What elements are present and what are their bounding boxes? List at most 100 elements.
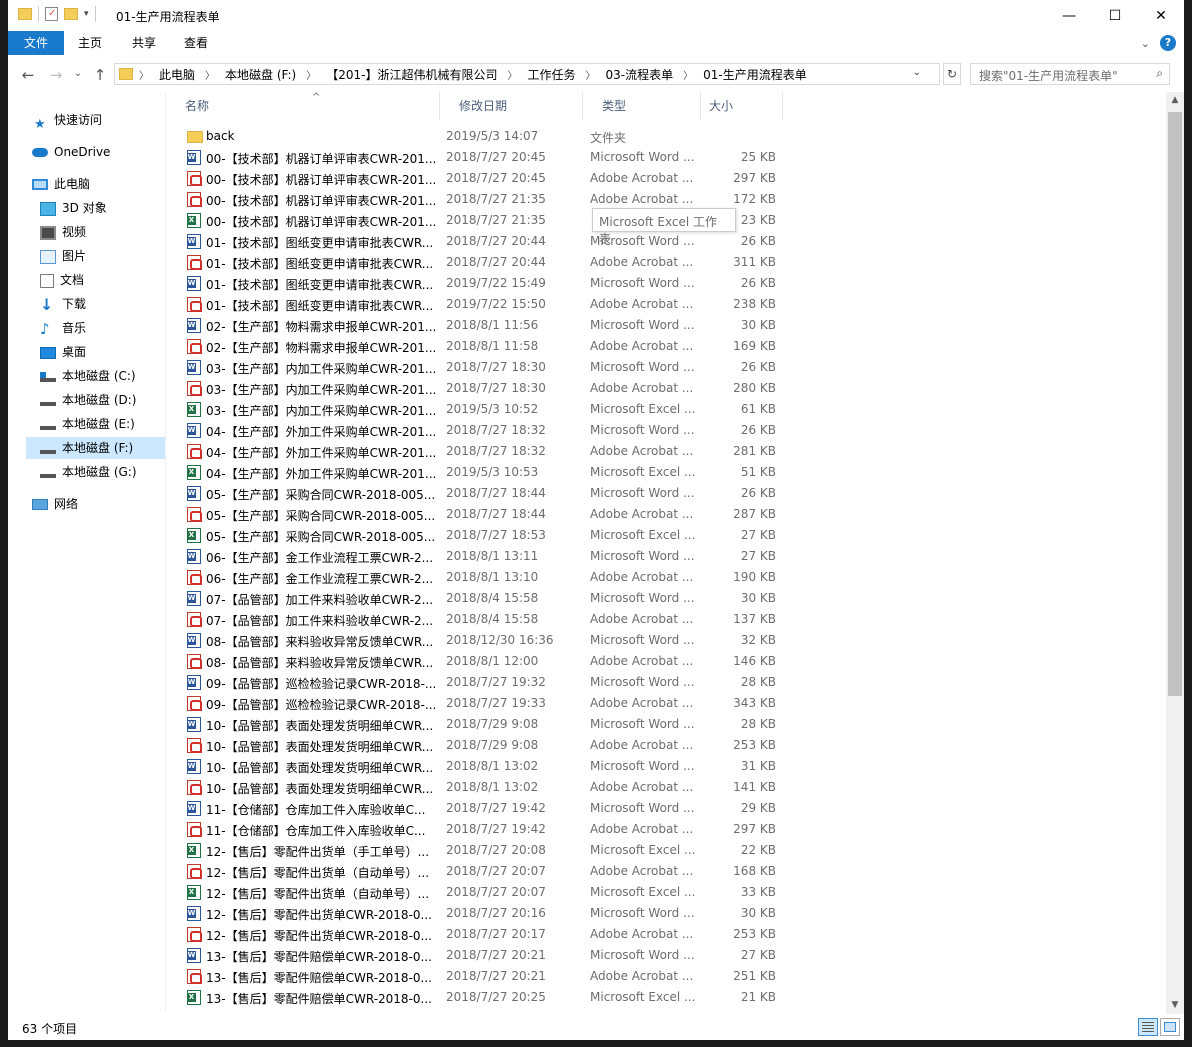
maximize-button[interactable]: ☐ [1092,0,1138,31]
file-row[interactable]: 01-【技术部】图纸变更申请审批表CWR... 2019/7/22 15:49 Mi… [166,273,806,294]
file-row[interactable]: 01-【技术部】图纸变更申请审批表CWR...2018/7/27 20:44Mi… [166,231,806,252]
file-row[interactable]: 05-【生产部】采购合同CWR-2018-005... 2018/7/27 18:… [166,504,806,525]
file-row[interactable]: 09-【品管部】巡检检验记录CWR-2018-... 2018/7/27 19:3… [166,672,806,693]
file-row[interactable]: 02-【生产部】物料需求申报单CWR-201... 2018/8/1 11:58 A… [166,336,806,357]
file-row[interactable]: 04-【生产部】外加工件采购单CWR-201... 2018/7/27 18:32… [166,420,806,441]
file-row[interactable]: 04-【生产部】外加工件采购单CWR-201... 2019/5/3 10:53 M… [166,462,806,483]
address-bar[interactable]: 〉 此电脑 〉 本地磁盘 (F:) 〉 【201-】浙江超伟机械有限公司 〉 工… [114,63,940,85]
breadcrumb-item[interactable]: 03-流程表单 [605,66,673,83]
file-row[interactable]: 01-【技术部】图纸变更申请审批表CWR... 2019/7/22 15:50 Ad… [166,294,806,315]
tab-view[interactable]: 查看 [178,31,214,55]
file-row[interactable]: 07-【品管部】加工件来料验收单CWR-2... 2018/8/4 15:58 Mi… [166,588,806,609]
file-type: Microsoft Excel ... [590,843,696,857]
sidebar-item-drive-g[interactable]: 本地磁盘 (G:) [40,461,137,483]
tab-file[interactable]: 文件 [8,31,64,55]
tab-home[interactable]: 主页 [72,31,108,55]
sidebar-item-downloads[interactable]: ↓ 下载 [40,293,86,315]
sidebar-item-drive-e[interactable]: 本地磁盘 (E:) [40,413,135,435]
sidebar-item-onedrive[interactable]: OneDrive [32,141,110,163]
sidebar-item-3d-objects[interactable]: 3D 对象 [40,197,107,219]
file-row[interactable]: 11-【仓储部】仓库加工件入库验收单C... 2018/7/27 19:42 Ado… [166,819,806,840]
search-input[interactable]: 搜索"01-生产用流程表单" ⌕ [970,63,1170,85]
sidebar-item-drive-c[interactable]: 本地磁盘 (C:) [40,365,136,387]
file-row[interactable]: 08-【品管部】来料验收异常反馈单CWR... 2018/12/30 16:36 M… [166,630,806,651]
qat-dropdown-icon[interactable]: ▾ [84,9,89,19]
tab-share[interactable]: 共享 [126,31,162,55]
back-button[interactable]: ← [18,66,38,84]
breadcrumb-item[interactable]: 01-生产用流程表单 [703,66,807,83]
file-row[interactable]: 12-【售后】零配件出货单CWR-2018-0... 2018/7/27 20:1… [166,924,806,945]
forward-button[interactable]: → [46,66,66,84]
sidebar-item-drive-d[interactable]: 本地磁盘 (D:) [40,389,136,411]
file-row[interactable]: 10-【品管部】表面处理发货明细单CWR... 2018/8/1 13:02 Mic… [166,756,806,777]
file-type: Microsoft Excel ... [590,528,696,542]
file-row[interactable]: 07-【品管部】加工件来料验收单CWR-2... 2018/8/4 15:58 Ad… [166,609,806,630]
help-icon[interactable]: ? [1160,35,1176,51]
file-row[interactable]: 04-【生产部】外加工件采购单CWR-201... 2018/7/27 18:32… [166,441,806,462]
file-row[interactable]: 05-【生产部】采购合同CWR-2018-005... 2018/7/27 18:… [166,525,806,546]
file-row[interactable]: back 2019/5/3 14:07 文件夹 [166,126,806,147]
address-dropdown-icon[interactable]: ⌄ [913,67,921,78]
file-row[interactable]: 12-【售后】零配件出货单（自动单号）... 2018/7/27 20:07 Ado… [166,861,806,882]
vertical-scrollbar[interactable]: ▲ ▼ [1166,92,1184,1014]
up-button[interactable]: ↑ [90,66,110,84]
column-header-type[interactable]: 类型 [583,92,701,120]
file-row[interactable]: 10-【品管部】表面处理发货明细单CWR... 2018/8/1 13:02 Ado… [166,777,806,798]
sidebar-item-documents[interactable]: 文档 [40,269,84,291]
new-folder-icon[interactable] [64,8,78,20]
breadcrumb-item[interactable]: 本地磁盘 (F:) [225,66,296,83]
file-row[interactable]: 06-【生产部】金工作业流程工票CWR-2... 2018/8/1 13:10 Ad… [166,567,806,588]
file-row[interactable]: 03-【生产部】内加工件采购单CWR-201... 2018/7/27 18:30… [166,357,806,378]
file-row[interactable]: 03-【生产部】内加工件采购单CWR-201... 2019/5/3 10:52 M… [166,399,806,420]
sidebar-item-pictures[interactable]: 图片 [40,245,86,267]
scrollbar-thumb[interactable] [1168,112,1182,696]
file-row[interactable]: 13-【售后】零配件赔偿单CWR-2018-0... 2018/7/27 20:2… [166,987,806,1008]
column-header-name[interactable]: 名称 ^ [166,92,440,120]
file-row[interactable]: 00-【技术部】机器订单评审表CWR-201... 2018/7/27 20:45… [166,168,806,189]
file-row[interactable]: 05-【生产部】采购合同CWR-2018-005... 2018/7/27 18:… [166,483,806,504]
sidebar-item-network[interactable]: 网络 [32,493,78,515]
file-type: Microsoft Word ... [590,360,695,374]
sidebar-item-drive-f[interactable]: 本地磁盘 (F:) [26,437,165,459]
minimize-button[interactable]: — [1046,0,1092,31]
file-row[interactable]: 13-【售后】零配件赔偿单CWR-2018-0... 2018/7/27 20:2… [166,966,806,987]
file-row[interactable]: 11-【仓储部】仓库加工件入库验收单C... 2018/7/27 19:42 Mic… [166,798,806,819]
file-row[interactable]: 12-【售后】零配件出货单CWR-2018-0... 2018/7/27 20:1… [166,903,806,924]
sidebar-item-this-pc[interactable]: 此电脑 [32,173,90,195]
pdf-document-icon [187,192,202,207]
file-row[interactable]: 00-【技术部】机器订单评审表CWR-201... 2018/7/27 20:45… [166,147,806,168]
sidebar-item-desktop[interactable]: 桌面 [40,341,86,363]
file-row[interactable]: 02-【生产部】物料需求申报单CWR-201... 2018/8/1 11:56 M… [166,315,806,336]
file-row[interactable]: 00-【技术部】机器订单评审表CWR-201... 2018/7/27 21:35… [166,189,806,210]
recent-locations-button[interactable]: ⌄ [68,68,88,79]
file-row[interactable]: 06-【生产部】金工作业流程工票CWR-2... 2018/8/1 13:11 Mi… [166,546,806,567]
properties-icon[interactable]: ✓ [45,7,58,21]
drive-icon [40,420,56,430]
file-row[interactable]: 10-【品管部】表面处理发货明细单CWR... 2018/7/29 9:08 Ado… [166,735,806,756]
file-row[interactable]: 08-【品管部】来料验收异常反馈单CWR... 2018/8/1 12:00 Ado… [166,651,806,672]
file-row[interactable]: 10-【品管部】表面处理发货明细单CWR... 2018/7/29 9:08 Mic… [166,714,806,735]
file-row[interactable]: 12-【售后】零配件出货单（手工单号）... 2018/7/27 20:08 Mic… [166,840,806,861]
file-row[interactable]: 03-【生产部】内加工件采购单CWR-201... 2018/7/27 18:30… [166,378,806,399]
file-row[interactable]: 13-【售后】零配件赔偿单CWR-2018-0... 2018/7/27 20:2… [166,945,806,966]
scroll-up-icon[interactable]: ▲ [1166,92,1184,109]
file-name: 13-【售后】零配件赔偿单CWR-2018-0... [206,992,432,1006]
close-button[interactable]: ✕ [1138,0,1184,31]
sidebar-item-music[interactable]: ♪ 音乐 [40,317,86,339]
ribbon-expand-icon[interactable]: ⌄ [1141,37,1150,50]
details-view-icon[interactable] [1138,1018,1158,1036]
file-row[interactable]: 12-【售后】零配件出货单（自动单号）... 2018/7/27 20:07 Mic… [166,882,806,903]
navigation-pane: ★ 快速访问 OneDrive 此电脑 3D 对象 视频 图片 文档 ↓ 下载 ♪ 音… [8,92,165,1012]
file-row[interactable]: 01-【技术部】图纸变更申请审批表CWR... 2018/7/27 20:44 Ad… [166,252,806,273]
breadcrumb-item[interactable]: 【201-】浙江超伟机械有限公司 [326,66,497,83]
sidebar-item-quick-access[interactable]: ★ 快速访问 [34,109,102,132]
refresh-button[interactable]: ↻ [943,63,961,85]
scroll-down-icon[interactable]: ▼ [1166,997,1184,1014]
column-header-date[interactable]: 修改日期 [440,92,583,120]
breadcrumb-item[interactable]: 此电脑 [159,66,195,83]
breadcrumb-item[interactable]: 工作任务 [527,66,575,83]
file-row[interactable]: 09-【品管部】巡检检验记录CWR-2018-... 2018/7/27 19:3… [166,693,806,714]
large-icons-view-icon[interactable] [1160,1018,1180,1036]
column-header-size[interactable]: 大小 [701,92,783,120]
sidebar-item-videos[interactable]: 视频 [40,221,86,243]
